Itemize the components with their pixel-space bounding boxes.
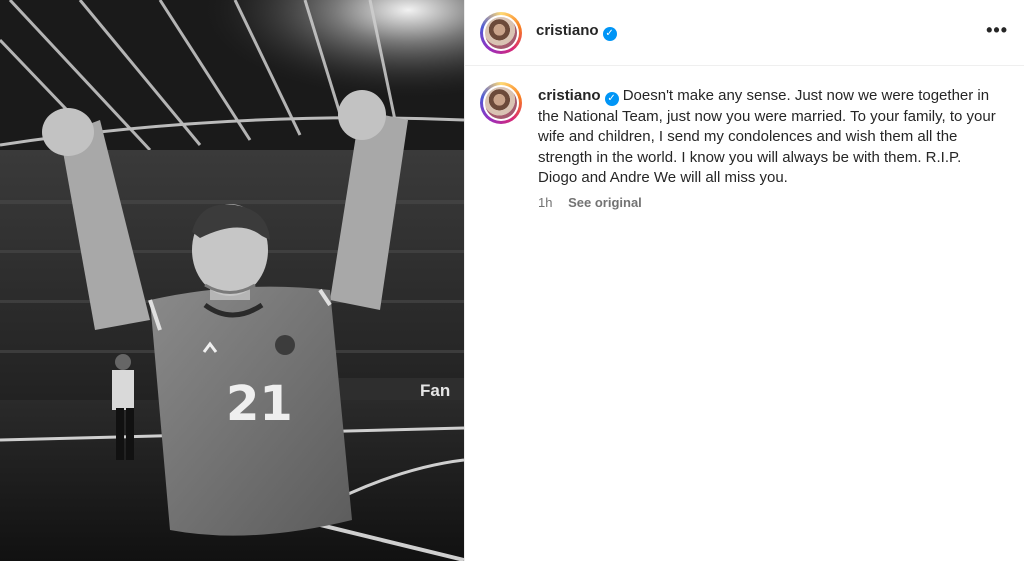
avatar-image — [485, 17, 517, 49]
caption-text-block: cristiano ✓ Doesn't make any sense. Just … — [538, 86, 998, 189]
profile-avatar[interactable] — [480, 12, 522, 54]
timestamp[interactable]: 1h — [538, 195, 552, 210]
verified-badge-icon: ✓ — [602, 27, 617, 41]
panel-divider — [464, 0, 465, 561]
more-options-icon[interactable]: ••• — [986, 21, 1008, 39]
see-original-button[interactable]: See original — [568, 195, 642, 210]
post-photo[interactable]: Fan 21 — [0, 0, 464, 561]
avatar-image — [485, 87, 517, 119]
instagram-post-view: Fan 21 cristiano ✓ ••• cristiano ✓ Doesn… — [0, 0, 1024, 561]
post-details-panel: cristiano ✓ ••• cristiano ✓ Doesn't make a… — [464, 0, 1024, 561]
verified-badge-icon: ✓ — [604, 92, 619, 106]
jersey-number: 21 — [226, 376, 293, 432]
caption-avatar[interactable] — [480, 82, 522, 124]
caption-username[interactable]: cristiano — [538, 87, 601, 104]
username-text[interactable]: cristiano — [536, 22, 599, 39]
header-username[interactable]: cristiano ✓ — [536, 22, 617, 41]
ad-board-text: Fan — [420, 381, 450, 400]
caption-meta: 1h See original — [538, 195, 642, 210]
post-header: cristiano ✓ ••• — [464, 0, 1024, 66]
